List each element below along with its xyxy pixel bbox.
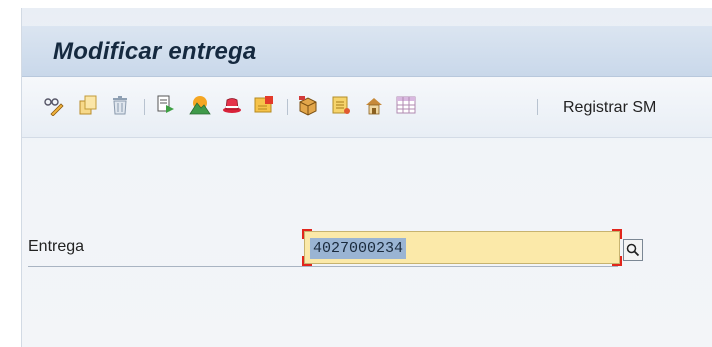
field-divider [28,266,618,267]
hat-icon[interactable] [220,93,244,117]
sap-screen: Modificar entrega Registrar SM Entrega 4… [21,8,712,347]
required-marker [302,229,312,239]
copy-document-icon[interactable] [154,93,178,117]
house-arrow-icon[interactable] [362,93,386,117]
post-goods-issue-button[interactable]: Registrar SM [563,99,656,117]
delivery-input-box[interactable]: 4027000234 [304,231,620,264]
required-marker [302,256,312,266]
magnifier-icon [626,243,640,257]
delivery-input-value[interactable]: 4027000234 [310,238,407,259]
delivery-input[interactable]: 4027000234 [302,229,622,266]
display-change-icon[interactable] [42,93,66,117]
toolbar-separator [537,99,538,115]
stamp-icon[interactable] [252,93,276,117]
page-title: Modificar entrega [53,38,257,65]
table-icon[interactable] [394,93,418,117]
search-help-button[interactable] [623,239,643,261]
application-toolbar: Registrar SM [22,77,712,138]
toolbar-separator [287,99,288,115]
document-list-icon[interactable] [329,93,353,117]
create-icon[interactable] [76,93,100,117]
required-marker [612,256,622,266]
required-marker [612,229,622,239]
delivery-label: Entrega [28,238,85,255]
package-icon[interactable] [296,93,320,117]
mountain-icon[interactable] [188,93,212,117]
title-bar: Modificar entrega [22,26,712,77]
toolbar-separator [144,99,145,115]
delete-icon[interactable] [108,93,132,117]
